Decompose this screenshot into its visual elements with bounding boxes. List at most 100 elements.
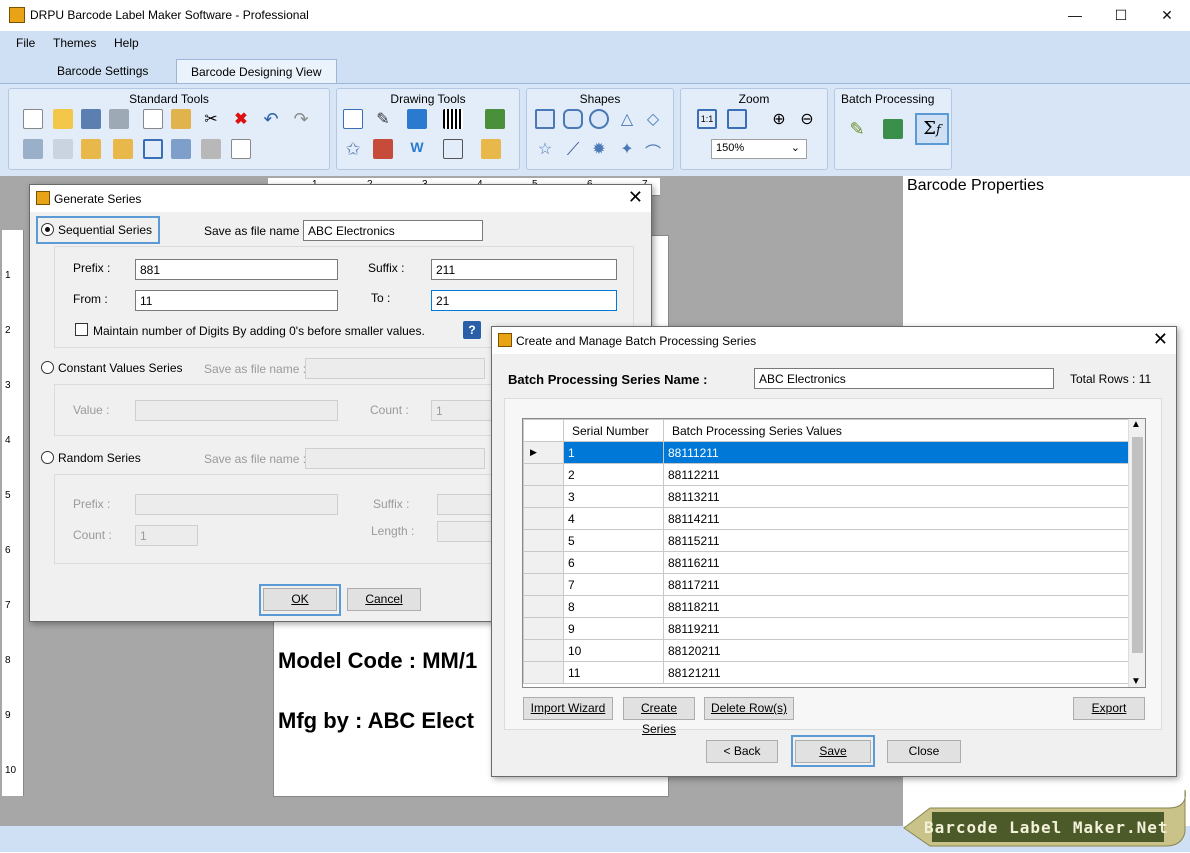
save-as-icon[interactable] (109, 109, 129, 129)
cell-series-value[interactable]: 88117211 (663, 573, 1129, 596)
back-button[interactable]: < Back (706, 740, 778, 763)
cell-serial-number[interactable]: 2 (563, 463, 664, 486)
unlock-icon[interactable] (113, 139, 133, 159)
series-formula-icon[interactable]: Σf (915, 113, 949, 145)
export-icon[interactable] (231, 139, 251, 159)
text-icon[interactable] (343, 109, 363, 129)
row-header[interactable] (523, 617, 564, 640)
send-back-icon[interactable] (53, 139, 73, 159)
random-radio[interactable] (41, 451, 54, 464)
edit-batch-icon[interactable]: ✎ (847, 119, 867, 139)
lock-icon[interactable] (81, 139, 101, 159)
delete-icon[interactable]: ✖ (231, 109, 251, 129)
diamond-icon[interactable]: ◇ (643, 109, 663, 129)
rounded-rectangle-icon[interactable] (563, 109, 583, 129)
table-row[interactable]: 7 88117211 (523, 573, 1129, 596)
rectangle-icon[interactable] (535, 109, 555, 129)
zoom-select[interactable]: 150% ⌄ (711, 139, 807, 159)
fit-to-window-icon[interactable] (727, 109, 747, 129)
scroll-up-icon[interactable]: ▲ (1131, 419, 1141, 430)
zoom-out-icon[interactable]: ⊖ (797, 109, 817, 129)
row-header[interactable] (523, 507, 564, 530)
pencil-icon[interactable]: ✎ (373, 109, 393, 129)
cell-serial-number[interactable]: 4 (563, 507, 664, 530)
close-icon[interactable]: ✕ (628, 187, 643, 208)
maximize-button[interactable]: ☐ (1098, 0, 1144, 31)
print-icon[interactable] (201, 139, 221, 159)
constant-radio[interactable] (41, 361, 54, 374)
from-field[interactable]: 11 (135, 290, 338, 311)
series-name-field[interactable]: ABC Electronics (754, 368, 1054, 389)
export-button[interactable]: Export (1073, 697, 1145, 720)
minimize-button[interactable]: — (1052, 0, 1098, 31)
close-icon[interactable]: ✕ (1153, 329, 1168, 350)
cell-serial-number[interactable]: 5 (563, 529, 664, 552)
arc-icon[interactable]: ⌒ (643, 139, 663, 162)
prefix-field[interactable]: 881 (135, 259, 338, 280)
help-icon[interactable]: ? (463, 321, 481, 339)
cell-series-value[interactable]: 88115211 (663, 529, 1129, 552)
redo-icon[interactable]: ↷ (291, 109, 311, 129)
col-serial-number[interactable]: Serial Number (563, 419, 664, 442)
delete-rows-button[interactable]: Delete Row(s) (704, 697, 794, 720)
cell-series-value[interactable]: 88119211 (663, 617, 1129, 640)
cell-series-value[interactable]: 88121211 (663, 661, 1129, 684)
row-header[interactable] (523, 595, 564, 618)
save-button[interactable]: Save (795, 740, 871, 763)
save-as-field[interactable]: ABC Electronics (303, 220, 483, 241)
grid-icon[interactable] (143, 139, 163, 159)
tab-barcode-settings[interactable]: Barcode Settings (43, 59, 162, 83)
scroll-down-icon[interactable]: ▼ (1131, 676, 1141, 687)
table-row[interactable]: 6 88116211 (523, 551, 1129, 574)
cell-serial-number[interactable]: 11 (563, 661, 664, 684)
cell-series-value[interactable]: 88118211 (663, 595, 1129, 618)
cell-serial-number[interactable]: 3 (563, 485, 664, 508)
row-header[interactable] (523, 463, 564, 486)
new-icon[interactable] (23, 109, 43, 129)
cell-series-value[interactable]: 88113211 (663, 485, 1129, 508)
signature-icon[interactable] (443, 139, 463, 159)
color-fill-icon[interactable] (481, 139, 501, 159)
table-row[interactable]: 3 88113211 (523, 485, 1129, 508)
triangle-icon[interactable]: △ (617, 109, 637, 129)
table-row[interactable]: 5 88115211 (523, 529, 1129, 552)
bring-front-icon[interactable] (23, 139, 43, 159)
col-series-values[interactable]: Batch Processing Series Values (663, 419, 1129, 442)
cell-series-value[interactable]: 88120211 (663, 639, 1129, 662)
sequential-radio[interactable] (41, 223, 54, 236)
cell-series-value[interactable]: 88112211 (663, 463, 1129, 486)
import-wizard-button[interactable]: Import Wizard (523, 697, 613, 720)
row-header[interactable] (523, 529, 564, 552)
row-header[interactable] (523, 485, 564, 508)
cell-serial-number[interactable]: 9 (563, 617, 664, 640)
zoom-in-icon[interactable]: ⊕ (769, 109, 789, 129)
maintain-digits-checkbox[interactable] (75, 323, 88, 336)
label-model-code[interactable]: Model Code : MM/1 (278, 648, 477, 674)
scroll-thumb[interactable] (1132, 437, 1143, 653)
picture-icon[interactable] (485, 109, 505, 129)
ok-button[interactable]: OK (263, 588, 337, 611)
ellipse-icon[interactable] (589, 109, 609, 129)
cell-series-value[interactable]: 88114211 (663, 507, 1129, 530)
line-icon[interactable]: ⟋ (563, 139, 583, 159)
table-row[interactable]: 11 88121211 (523, 661, 1129, 684)
create-series-button[interactable]: Create Series (623, 697, 695, 736)
image-icon[interactable] (407, 109, 427, 129)
table-row[interactable]: 4 88114211 (523, 507, 1129, 530)
cell-series-value[interactable]: 88116211 (663, 551, 1129, 574)
series-grid[interactable]: Serial Number Batch Processing Series Va… (522, 418, 1146, 688)
cut-icon[interactable]: ✂ (201, 109, 221, 129)
cell-serial-number[interactable]: 10 (563, 639, 664, 662)
undo-icon[interactable]: ↶ (261, 109, 281, 129)
cell-serial-number[interactable]: 7 (563, 573, 664, 596)
paste-icon[interactable] (171, 109, 191, 129)
to-field[interactable]: 21 (431, 290, 617, 311)
cell-serial-number[interactable]: 1 (563, 441, 664, 464)
row-header[interactable]: ▶ (523, 441, 564, 464)
menu-help[interactable]: Help (114, 36, 139, 50)
tab-barcode-designing-view[interactable]: Barcode Designing View (176, 59, 337, 83)
barcode-icon[interactable] (443, 109, 463, 129)
cancel-button[interactable]: Cancel (347, 588, 421, 611)
table-row[interactable]: 9 88119211 (523, 617, 1129, 640)
excel-import-icon[interactable] (883, 119, 903, 139)
